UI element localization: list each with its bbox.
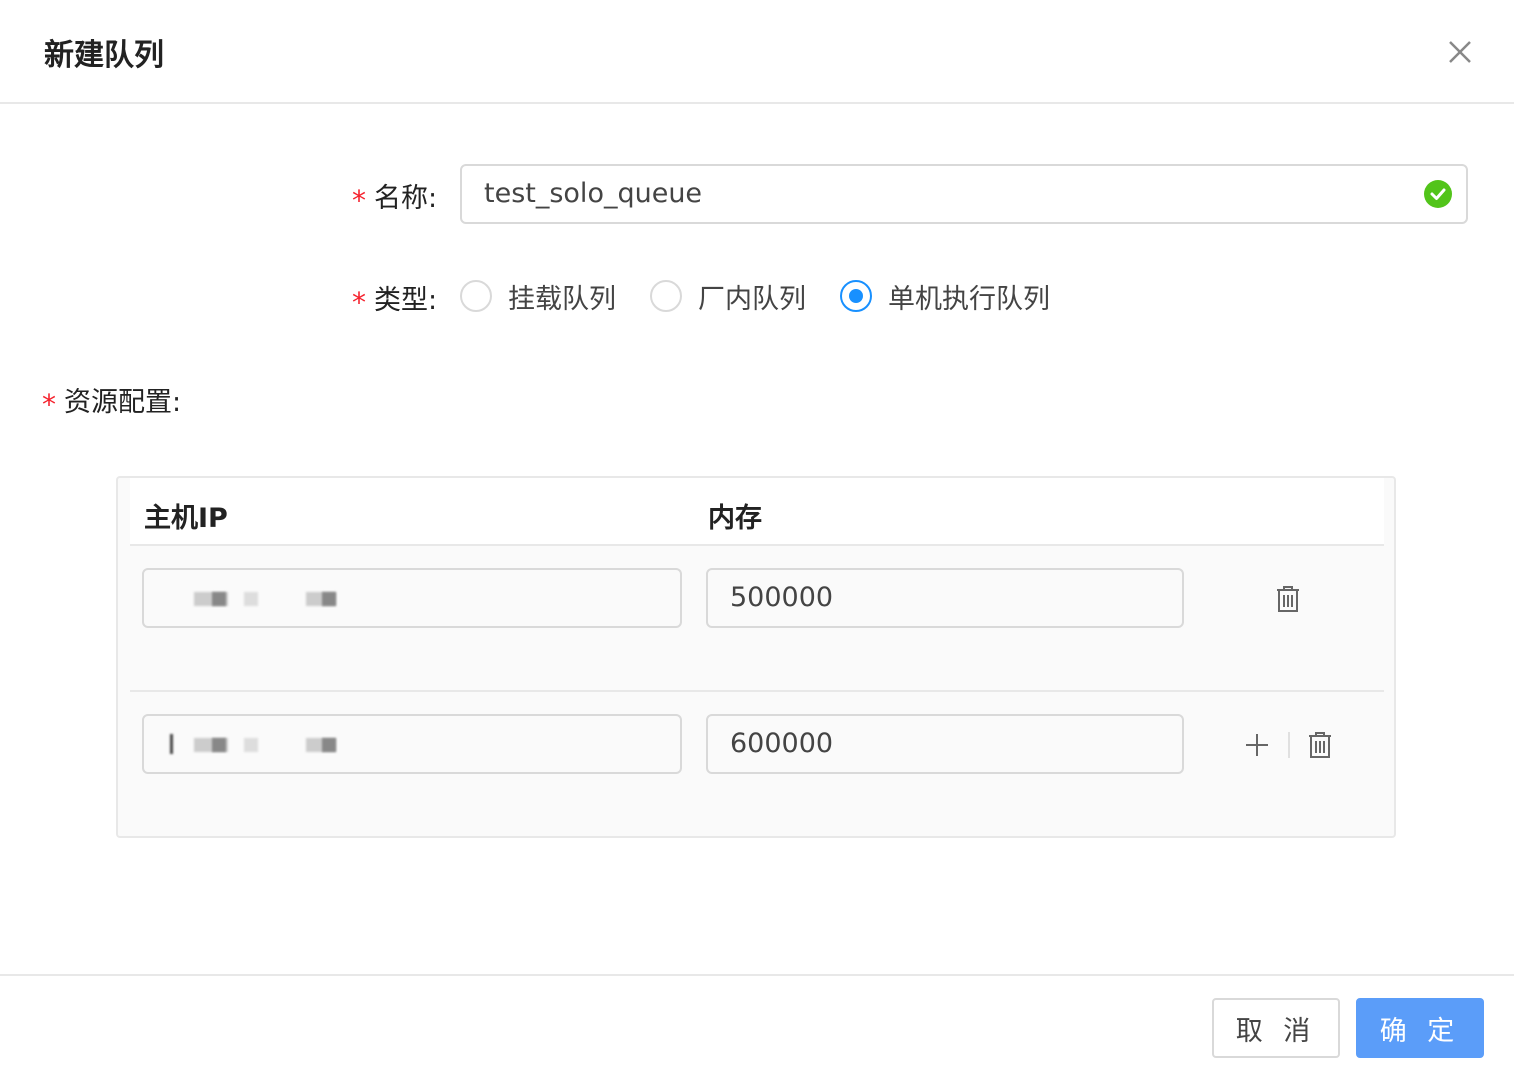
name-label: * 名称: (352, 183, 438, 217)
memory-value[interactable]: 500000 (730, 570, 833, 626)
host-ip-input[interactable] (142, 714, 682, 774)
dialog-footer: 取 消 确 定 (0, 974, 1514, 1068)
memory-input[interactable]: 600000 (706, 714, 1184, 774)
cancel-button[interactable]: 取 消 (1212, 998, 1340, 1058)
confirm-button[interactable]: 确 定 (1356, 998, 1484, 1058)
row-divider (130, 690, 1384, 692)
name-input[interactable]: test_solo_queue (460, 164, 1468, 224)
required-mark: * (352, 286, 366, 319)
table-header: 主机IP 内存 (130, 478, 1384, 546)
trash-icon[interactable] (1274, 584, 1302, 618)
check-circle-icon (1424, 180, 1452, 208)
redacted-block (322, 738, 336, 752)
memory-input[interactable]: 500000 (706, 568, 1184, 628)
radio-label: 厂内队列 (698, 283, 806, 315)
column-header-host-ip: 主机IP (144, 503, 228, 534)
resource-label: * 资源配置: (42, 387, 182, 421)
radio-standalone-queue[interactable]: 单机执行队列 (840, 277, 1050, 316)
radio-factory-queue[interactable]: 厂内队列 (650, 277, 806, 316)
trash-icon[interactable] (1306, 730, 1334, 764)
required-mark: * (42, 388, 56, 421)
host-ip-input[interactable] (142, 568, 682, 628)
radio-circle-selected[interactable] (840, 280, 872, 312)
radio-mount-queue[interactable]: 挂载队列 (460, 277, 616, 316)
redacted-block (244, 592, 258, 606)
radio-label: 挂载队列 (508, 283, 616, 315)
dialog-header: 新建队列 (0, 0, 1514, 104)
name-input-value[interactable]: test_solo_queue (484, 166, 702, 222)
radio-label: 单机执行队列 (888, 283, 1050, 315)
action-divider (1288, 732, 1290, 758)
type-radio-group: 挂载队列 厂内队列 单机执行队列 (460, 277, 1084, 316)
type-label: * 类型: (352, 285, 438, 319)
redacted-block (322, 592, 336, 606)
redacted-block (212, 738, 226, 752)
radio-circle[interactable] (460, 280, 492, 312)
required-mark: * (352, 184, 366, 217)
redacted-block (212, 592, 226, 606)
text-cursor (170, 734, 173, 754)
radio-circle[interactable] (650, 280, 682, 312)
redacted-block (244, 738, 258, 752)
dialog-title: 新建队列 (44, 38, 164, 73)
memory-value[interactable]: 600000 (730, 716, 833, 772)
column-header-memory: 内存 (708, 503, 762, 534)
plus-icon[interactable] (1244, 732, 1270, 762)
resource-table: 主机IP 内存 500000 600000 (116, 476, 1396, 838)
close-icon[interactable] (1440, 32, 1480, 72)
